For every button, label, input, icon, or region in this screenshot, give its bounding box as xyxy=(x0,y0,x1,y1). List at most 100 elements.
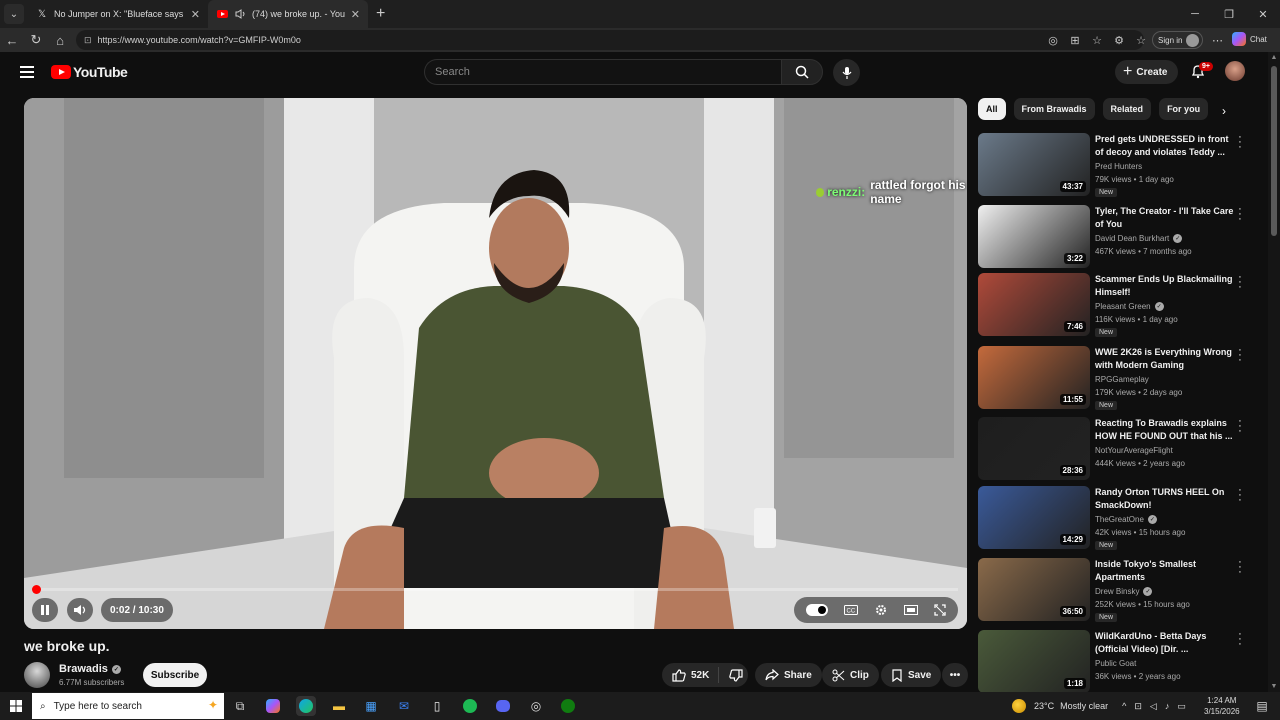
video-thumbnail[interactable]: 7:46 xyxy=(978,273,1090,336)
channel-avatar[interactable] xyxy=(24,662,50,688)
recommendation-channel-row[interactable]: Pleasant Green ✓ xyxy=(1095,302,1164,311)
miniplayer-icon[interactable] xyxy=(904,605,918,615)
recommendation-title[interactable]: Pred gets UNDRESSED in front of decoy an… xyxy=(1095,133,1235,159)
more-vertical-icon[interactable]: · · · xyxy=(1236,416,1244,437)
battery-icon[interactable]: ▭ xyxy=(1177,701,1186,712)
url-field[interactable]: ⊡ https://www.youtube.com/watch?v=GMFIP-… xyxy=(76,30,1144,50)
mail-icon[interactable]: ✉ xyxy=(394,696,414,716)
minimize-icon[interactable]: ─ xyxy=(1178,0,1212,28)
share-button[interactable]: Share xyxy=(755,663,822,687)
autoplay-toggle[interactable] xyxy=(806,604,828,616)
fullscreen-icon[interactable] xyxy=(934,604,946,616)
browser-tab-x[interactable]: 𝕏 No Jumper on X: "Blueface says h ✕ xyxy=(28,0,208,28)
taskbar-clock[interactable]: 1:24 AM 3/15/2026 xyxy=(1204,695,1240,717)
recommendation-channel-row[interactable]: David Dean Burkhart ✓ xyxy=(1095,234,1183,243)
close-tab-icon[interactable]: ✕ xyxy=(351,8,360,21)
document-icon[interactable]: ▯ xyxy=(427,696,447,716)
more-vertical-icon[interactable]: · · · xyxy=(1236,557,1244,578)
more-vertical-icon[interactable]: · · · xyxy=(1236,629,1244,650)
close-window-icon[interactable]: ✕ xyxy=(1246,0,1280,28)
favorites-icon[interactable]: ☆ xyxy=(1130,34,1152,47)
save-button[interactable]: Save xyxy=(881,663,942,687)
sign-in-button[interactable]: Sign in xyxy=(1152,31,1204,49)
subscribe-button[interactable]: Subscribe xyxy=(143,663,207,687)
dislike-button[interactable] xyxy=(718,667,748,683)
recommendation-title[interactable]: Scammer Ends Up Blackmailing Himself! xyxy=(1095,273,1235,299)
channel-name-row[interactable]: Brawadis ✓ xyxy=(59,663,121,675)
youtube-logo[interactable]: YouTube xyxy=(51,64,128,80)
scrubber-handle[interactable] xyxy=(32,585,41,594)
search-input[interactable]: Search xyxy=(424,59,782,85)
new-tab-icon[interactable]: + xyxy=(376,5,385,23)
start-button[interactable] xyxy=(0,692,32,720)
recommendation-title[interactable]: WildKardUno - Betta Days (Official Video… xyxy=(1095,630,1235,656)
speaker-icon[interactable] xyxy=(234,8,246,20)
recommendation-item[interactable]: 7:46 Scammer Ends Up Blackmailing Himself… xyxy=(978,272,1258,337)
back-icon[interactable]: ← xyxy=(0,33,24,48)
scroll-up-icon[interactable]: ▲ xyxy=(1268,54,1280,61)
scroll-down-icon[interactable]: ▼ xyxy=(1268,683,1280,690)
video-thumbnail[interactable]: 43:37 xyxy=(978,133,1090,196)
favorite-star-icon[interactable]: ☆ xyxy=(1086,34,1108,47)
progress-bar[interactable] xyxy=(36,588,958,591)
recommendation-item[interactable]: 43:37 Pred gets UNDRESSED in front of dec… xyxy=(978,132,1258,197)
edge-browser-icon[interactable] xyxy=(296,696,316,716)
copilot-chat-button[interactable]: Chat xyxy=(1232,32,1267,46)
store-icon[interactable]: ▦ xyxy=(361,696,381,716)
more-icon[interactable]: ⋯ xyxy=(1212,28,1223,52)
weather-moon-icon[interactable] xyxy=(1012,699,1026,713)
recommendation-channel-row[interactable]: Drew Binsky ✓ xyxy=(1095,587,1153,596)
video-thumbnail[interactable]: 3:22 xyxy=(978,205,1090,268)
recommendation-item[interactable]: 11:55 WWE 2K26 is Everything Wrong with M… xyxy=(978,345,1258,410)
more-vertical-icon[interactable]: · · · xyxy=(1236,345,1244,366)
create-button[interactable]: + Create xyxy=(1115,60,1179,84)
recommendation-item[interactable]: 36:50 Inside Tokyo's Smallest Apartments D… xyxy=(978,557,1258,622)
search-button[interactable] xyxy=(781,59,823,85)
pause-button[interactable] xyxy=(32,598,58,622)
recommendation-channel-row[interactable]: RPGGameplay xyxy=(1095,375,1149,384)
like-button[interactable]: 52K xyxy=(672,668,718,682)
tray-overflow-icon[interactable]: ^ xyxy=(1122,701,1126,711)
recommendation-channel-row[interactable]: Pred Hunters xyxy=(1095,162,1142,171)
more-vertical-icon[interactable]: · · · xyxy=(1236,132,1244,153)
video-thumbnail[interactable]: 28:36 xyxy=(978,417,1090,480)
close-tab-icon[interactable]: ✕ xyxy=(191,8,200,21)
restore-icon[interactable]: ❐ xyxy=(1212,0,1246,28)
recommendation-title[interactable]: Randy Orton TURNS HEEL On SmackDown! xyxy=(1095,486,1235,512)
recommendation-title[interactable]: Reacting To Brawadis explains HOW HE FOU… xyxy=(1095,417,1235,443)
recommendation-title[interactable]: Tyler, The Creator - I'll Take Care of Y… xyxy=(1095,205,1235,231)
user-avatar[interactable] xyxy=(1225,61,1245,81)
chip-from-brawadis[interactable]: From Brawadis xyxy=(1013,98,1095,120)
clip-button[interactable]: Clip xyxy=(822,663,879,687)
volume-tray-icon[interactable]: ◁ xyxy=(1150,701,1157,712)
voice-search-button[interactable] xyxy=(833,59,860,86)
spotify-icon[interactable] xyxy=(460,696,480,716)
site-info-icon[interactable]: ⊡ xyxy=(84,35,92,46)
recommendation-item[interactable]: 3:22 Tyler, The Creator - I'll Take Care … xyxy=(978,204,1258,269)
taskbar-search-input[interactable]: ⌕ Type here to search ✦ xyxy=(32,693,224,719)
settings-gear-icon[interactable] xyxy=(874,603,888,617)
steam-icon[interactable]: ◎ xyxy=(526,696,546,716)
file-explorer-icon[interactable]: ▬ xyxy=(329,696,349,716)
app-icon[interactable]: ⊞ xyxy=(1064,34,1086,47)
extensions-icon[interactable]: ⚙ xyxy=(1108,34,1130,47)
video-thumbnail[interactable]: 1:18 xyxy=(978,630,1090,693)
chip-related[interactable]: Related xyxy=(1102,98,1152,120)
recommendation-item[interactable]: 28:36 Reacting To Brawadis explains HOW H… xyxy=(978,416,1258,481)
volume-button[interactable] xyxy=(67,598,93,622)
copilot-app-icon[interactable] xyxy=(263,696,283,716)
task-view-icon[interactable]: ⧉ xyxy=(230,696,250,716)
video-thumbnail[interactable]: 11:55 xyxy=(978,346,1090,409)
xbox-icon[interactable] xyxy=(558,696,578,716)
network-icon[interactable]: ⊡ xyxy=(1134,701,1142,712)
more-actions-button[interactable]: ••• xyxy=(942,663,968,687)
more-vertical-icon[interactable]: · · · xyxy=(1236,272,1244,293)
menu-icon[interactable] xyxy=(20,66,34,81)
video-player[interactable]: renzzi: rattled forgot his name 0:02 / 1… xyxy=(24,98,967,629)
recommendation-channel-row[interactable]: Public Goat xyxy=(1095,659,1136,668)
recommendation-title[interactable]: Inside Tokyo's Smallest Apartments xyxy=(1095,558,1235,584)
chip-for-you[interactable]: For you xyxy=(1159,98,1209,120)
subtitles-icon[interactable]: CC xyxy=(844,605,858,615)
chip-all[interactable]: All xyxy=(978,98,1006,120)
discord-icon[interactable] xyxy=(493,696,513,716)
